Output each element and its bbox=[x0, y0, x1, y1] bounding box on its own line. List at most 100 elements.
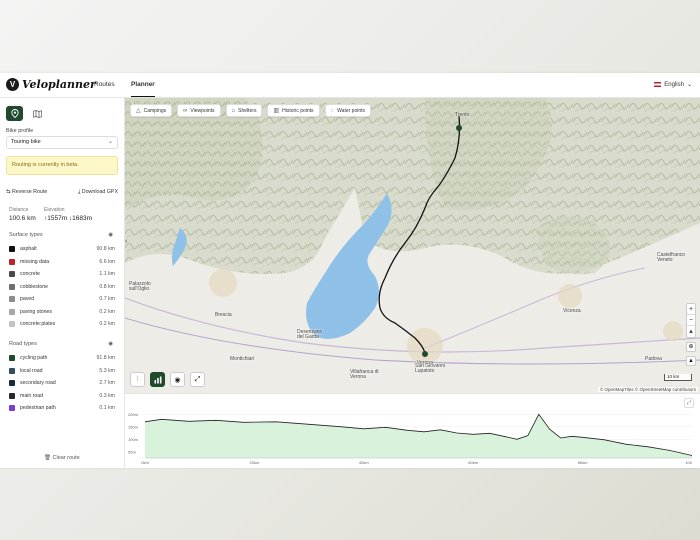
settings-button[interactable]: ⫶ bbox=[130, 372, 145, 387]
logo[interactable]: V Veloplanner bbox=[6, 78, 96, 91]
route-stats: Distance 100.6 km Elevation ↑1557m ↓1683… bbox=[9, 207, 92, 222]
list-item: concrete 1.1 km bbox=[9, 268, 115, 281]
poi-campings-button[interactable]: △ Campings bbox=[130, 104, 173, 117]
monument-icon: ▥ bbox=[273, 108, 280, 114]
map-icon bbox=[33, 109, 42, 118]
map-scale: 10 km bbox=[664, 374, 692, 381]
crosshair-icon: ⊕ bbox=[688, 344, 694, 350]
list-item: cobblestone 0.8 km bbox=[9, 281, 115, 294]
nav-routes[interactable]: Routes bbox=[94, 81, 115, 88]
road-list: cycling path 91.8 km local road 5.3 km sec… bbox=[9, 352, 115, 415]
poi-water-button[interactable]: ◌ Water points bbox=[324, 104, 372, 117]
elevation-profile[interactable]: 200m 150m 100m 50m 0km 20km 40km 60km 80km 100 ⤢ bbox=[125, 393, 700, 468]
city-label: Villafranca di Verona bbox=[350, 369, 379, 380]
road-types-title: Road types bbox=[9, 341, 37, 347]
road-types-header: Road types ◉ bbox=[9, 341, 113, 347]
visibility-button[interactable]: ◉ bbox=[170, 372, 185, 387]
elevation-toggle-button[interactable] bbox=[150, 372, 165, 387]
surface-value: 0.8 km bbox=[99, 283, 115, 290]
app-name: Veloplanner bbox=[22, 78, 96, 91]
map-canvas[interactable]: Trento Brescia Verona Vicenza Padova Mon… bbox=[125, 98, 700, 393]
fullscreen-button[interactable]: ⤢ bbox=[190, 372, 205, 387]
poi-historic-button[interactable]: ▥ Historic points bbox=[267, 104, 320, 117]
bike-profile-value: Touring bike bbox=[11, 139, 41, 145]
list-item: secondary road 2.7 km bbox=[9, 377, 115, 390]
collapse-sidebar-button[interactable]: ‹ bbox=[125, 238, 132, 252]
zoom-out-button[interactable]: − bbox=[687, 315, 695, 326]
city-label: Castelfranco Veneto bbox=[657, 252, 686, 263]
sidebar: Bike profile Touring bike ⌄ Routing is c… bbox=[0, 98, 125, 468]
city-label: San Giovanni Lupatoto bbox=[415, 363, 446, 374]
map-tools: ⫶ ◉ ⤢ bbox=[130, 372, 205, 387]
surface-types-title: Surface types bbox=[9, 232, 43, 238]
triangle-up-icon: ▲ bbox=[688, 358, 694, 364]
chevron-down-icon: ⌄ bbox=[686, 82, 692, 88]
eye-icon[interactable]: ◉ bbox=[108, 341, 113, 347]
road-value: 0.1 km bbox=[99, 405, 115, 412]
surface-list: asphalt 90.8 km missing data 6.6 km concre… bbox=[9, 243, 115, 331]
surface-value: 0.7 km bbox=[99, 296, 115, 303]
poi-label: Water points bbox=[337, 107, 366, 114]
download-gpx-button[interactable]: ⤓ Download GPX bbox=[78, 189, 118, 196]
logo-icon: V bbox=[6, 78, 19, 91]
poi-toolbar: △ Campings ∞ Viewpoints ⌂ Shelters ▥ Histori… bbox=[130, 104, 372, 117]
zoom-in-button[interactable]: + bbox=[687, 304, 695, 315]
language-selector[interactable]: English ⌄ bbox=[654, 81, 692, 88]
road-name: secondary road bbox=[20, 380, 56, 387]
city-label: Palazzolo sull'Oglio bbox=[129, 281, 151, 292]
route-mode-button[interactable] bbox=[6, 106, 23, 121]
road-value: 91.8 km bbox=[96, 355, 115, 362]
poi-label: Campings bbox=[143, 107, 167, 114]
list-item: cycling path 91.8 km bbox=[9, 352, 115, 365]
poi-label: Viewpoints bbox=[190, 107, 215, 114]
locate-button[interactable]: ⊕ bbox=[686, 342, 696, 352]
clear-route-button[interactable]: 🗑 Clear route bbox=[44, 455, 80, 461]
app-window: V Veloplanner Routes Planner English ⌄ B… bbox=[0, 73, 700, 468]
color-swatch bbox=[9, 296, 15, 303]
city-label: Desenzano del Garda bbox=[297, 329, 323, 340]
elevation-label: Elevation bbox=[44, 207, 65, 213]
poi-viewpoints-button[interactable]: ∞ Viewpoints bbox=[177, 104, 221, 117]
map-mode-button[interactable] bbox=[29, 106, 46, 121]
list-item: missing data 6.6 km bbox=[9, 256, 115, 269]
surface-name: paving stones bbox=[20, 308, 53, 315]
map-pin-icon bbox=[10, 109, 19, 118]
eye-icon[interactable]: ◉ bbox=[108, 232, 113, 238]
y-tick-label: 150m bbox=[128, 424, 139, 429]
expand-icon: ⤢ bbox=[686, 400, 691, 406]
x-tick-label: 60km bbox=[468, 460, 478, 465]
north-button[interactable]: ▲ bbox=[686, 356, 696, 366]
city-label: Vicenza bbox=[563, 308, 581, 314]
poi-shelters-button[interactable]: ⌂ Shelters bbox=[225, 104, 263, 117]
shelter-icon: ⌂ bbox=[231, 107, 236, 114]
road-name: cycling path bbox=[20, 355, 48, 362]
reverse-route-label: Reverse Route bbox=[11, 189, 48, 195]
road-name: local road bbox=[20, 367, 43, 374]
road-name: main road bbox=[20, 392, 44, 399]
city-label: Montichiari bbox=[230, 356, 255, 362]
x-tick-label: 20km bbox=[250, 460, 260, 465]
road-value: 2.7 km bbox=[99, 380, 115, 387]
x-tick-label: 0km bbox=[141, 460, 149, 465]
compass-button[interactable]: ▴ bbox=[687, 326, 695, 337]
eye-icon: ◉ bbox=[174, 376, 181, 384]
x-tick-label: 80km bbox=[578, 460, 588, 465]
x-tick-label: 100 bbox=[685, 460, 692, 465]
zoom-control: + − ▴ bbox=[686, 303, 696, 338]
color-swatch bbox=[9, 380, 15, 387]
bike-profile-select[interactable]: Touring bike ⌄ bbox=[6, 136, 118, 149]
nav-planner[interactable]: Planner bbox=[131, 81, 155, 97]
chevron-left-icon: ‹ bbox=[125, 238, 128, 245]
bike-profile-label: Bike profile bbox=[6, 128, 34, 134]
list-item: paved 0.7 km bbox=[9, 293, 115, 306]
reverse-route-button[interactable]: ⇆ Reverse Route bbox=[6, 189, 47, 196]
surface-name: missing data bbox=[20, 258, 50, 265]
y-tick-label: 200m bbox=[128, 412, 139, 417]
map-attribution: © OpenMapTiles © OpenStreetMap contribut… bbox=[597, 387, 698, 392]
trash-icon: 🗑 bbox=[44, 455, 51, 461]
list-item: local road 5.3 km bbox=[9, 365, 115, 378]
download-icon: ⤓ bbox=[77, 189, 81, 195]
surface-value: 6.6 km bbox=[99, 258, 115, 265]
beta-notice: Routing is currently in beta. bbox=[6, 156, 118, 175]
expand-chart-button[interactable]: ⤢ bbox=[684, 398, 694, 408]
